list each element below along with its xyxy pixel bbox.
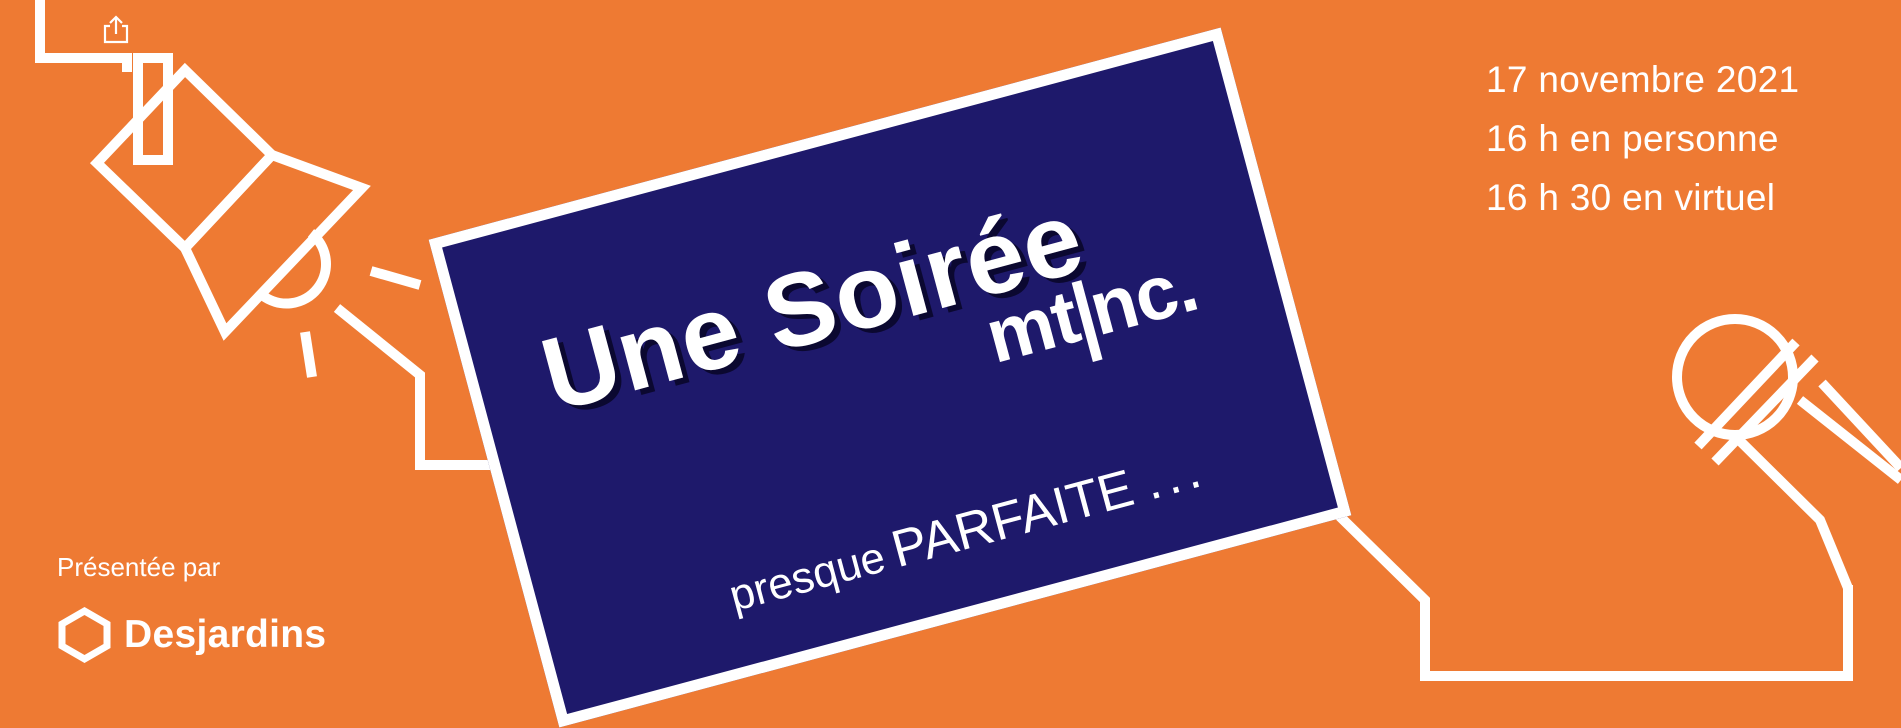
- microphone-icon: [1672, 314, 1901, 590]
- brand-suffix: nc.: [1080, 242, 1206, 353]
- right-cable: [1314, 491, 1853, 681]
- presented-by-label: Présentée par: [57, 552, 221, 582]
- sponsor-logo: Desjardins: [57, 606, 326, 664]
- share-button[interactable]: [100, 14, 132, 46]
- tagline-upper: PARFAITE: [885, 459, 1140, 580]
- share-icon: [103, 15, 129, 44]
- desjardins-logo-icon: [58, 606, 111, 664]
- event-date: 17 novembre 2021: [1486, 59, 1800, 100]
- sponsor-name: Desjardins: [124, 613, 327, 656]
- event-time-virtual: 16 h 30 en virtuel: [1486, 177, 1776, 218]
- event-details: 17 novembre 2021 16 h en personne 16 h 3…: [1486, 50, 1799, 227]
- event-time-in-person: 16 h en personne: [1486, 118, 1779, 159]
- tagline-lower: presque: [724, 532, 891, 621]
- spotlight-icon: [89, 53, 422, 378]
- tagline-dots: ...: [1138, 439, 1213, 512]
